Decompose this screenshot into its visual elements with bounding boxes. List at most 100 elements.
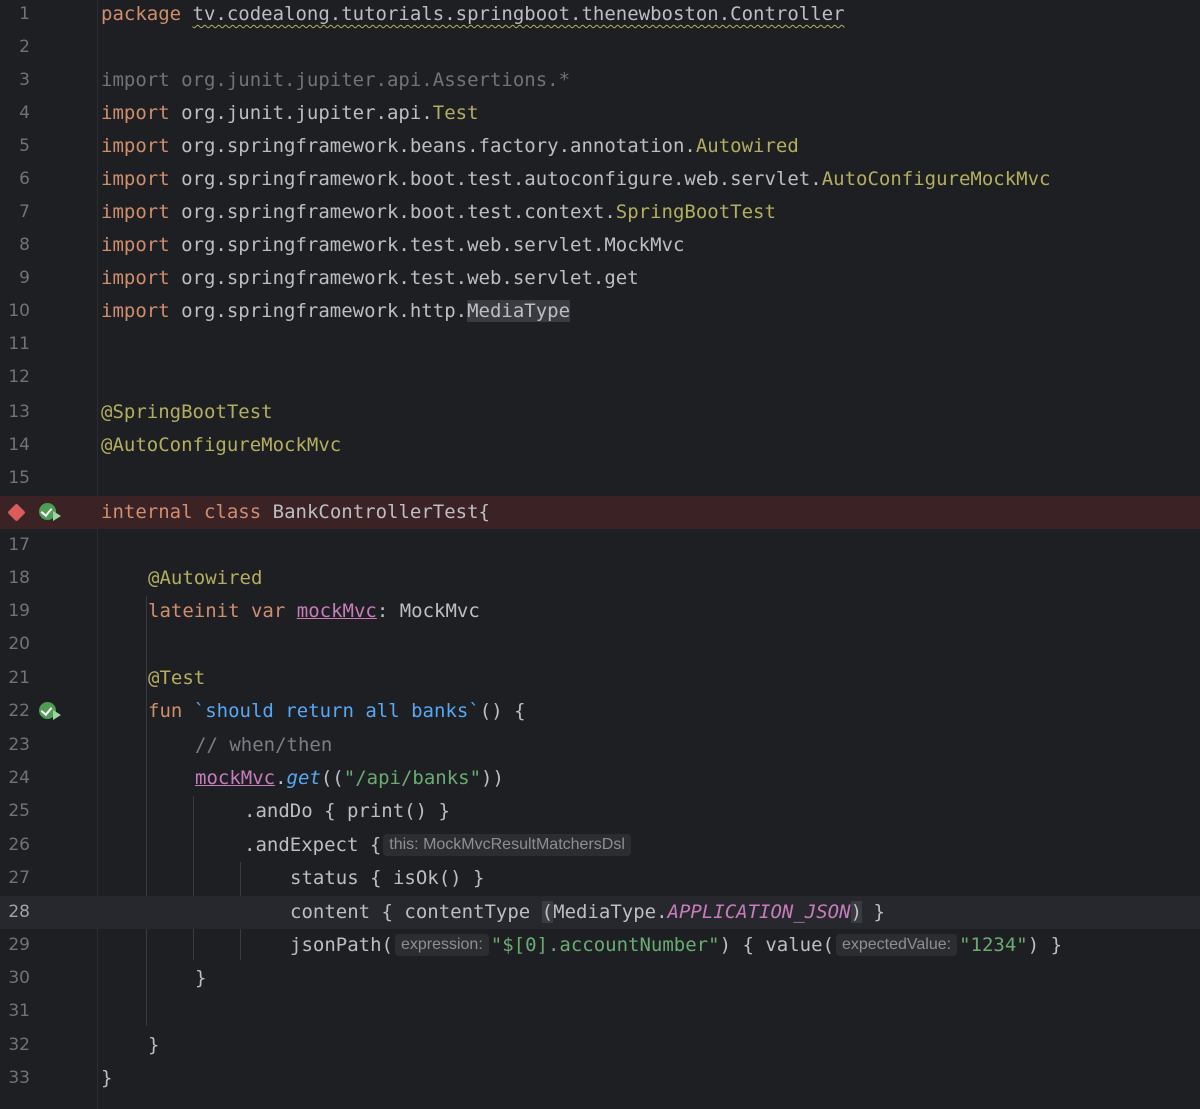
- code-text[interactable]: internal class BankControllerTest{: [101, 496, 490, 529]
- keyword: var: [250, 600, 286, 622]
- code-text[interactable]: import org.springframework.test.web.serv…: [101, 229, 684, 262]
- code-line[interactable]: 12: [0, 361, 1200, 394]
- code-text[interactable]: fun `should return all banks`() {: [148, 695, 526, 728]
- code-text[interactable]: import org.junit.jupiter.api.Assertions.…: [101, 64, 570, 97]
- code-line[interactable]: 4 import org.junit.jupiter.api.Test: [0, 97, 1200, 130]
- code-text[interactable]: .andDo { print() }: [244, 795, 450, 828]
- line-number: 3: [19, 70, 30, 90]
- bracket-match: (: [541, 901, 554, 923]
- line-number: 29: [8, 935, 30, 955]
- code-text[interactable]: }: [195, 962, 206, 995]
- code-line[interactable]: 13 @SpringBootTest: [0, 396, 1200, 429]
- code-line[interactable]: 31: [0, 995, 1200, 1028]
- import-path: org.springframework.test.web.servlet.get: [181, 267, 639, 289]
- code-text[interactable]: @Autowired: [148, 562, 262, 595]
- code-line[interactable]: 32 }: [0, 1029, 1200, 1062]
- keyword: import: [101, 135, 170, 157]
- class-name: BankControllerTest{: [272, 501, 490, 523]
- run-test-icon[interactable]: [39, 702, 61, 720]
- type-name: : MockMvc: [376, 600, 480, 622]
- line-number: 30: [8, 968, 30, 988]
- code-line[interactable]: 23 // when/then: [0, 729, 1200, 762]
- code-line[interactable]: 8 import org.springframework.test.web.se…: [0, 229, 1200, 262]
- code-line[interactable]: 10 import org.springframework.http.Media…: [0, 295, 1200, 328]
- property-name: mockMvc: [296, 600, 377, 622]
- code-line[interactable]: 21 @Test: [0, 662, 1200, 695]
- code-text[interactable]: mockMvc.get(("/api/banks")): [195, 762, 504, 795]
- code-line[interactable]: 25 .andDo { print() }: [0, 795, 1200, 828]
- inlay-hint[interactable]: expression:: [394, 934, 489, 956]
- code-line[interactable]: 5 import org.springframework.beans.facto…: [0, 130, 1200, 163]
- code-text[interactable]: @AutoConfigureMockMvc: [101, 429, 341, 462]
- import-path: org.springframework.boot.test.context.: [181, 201, 616, 223]
- code-line[interactable]: 24 mockMvc.get(("/api/banks")): [0, 762, 1200, 795]
- code-line[interactable]: 20: [0, 628, 1200, 661]
- line-number: 18: [8, 568, 30, 588]
- line-number: 25: [8, 801, 30, 821]
- line-number: 21: [8, 668, 30, 688]
- line-number: 13: [8, 402, 30, 422]
- line-number: 15: [8, 468, 30, 488]
- code-line[interactable]: 11: [0, 328, 1200, 361]
- code-line[interactable]: 29 jsonPath(expression: "$[0].accountNumb…: [0, 929, 1200, 962]
- line-number: 22: [8, 701, 30, 721]
- code-text[interactable]: import org.springframework.test.web.serv…: [101, 262, 639, 295]
- punctuation: )): [481, 767, 504, 789]
- code-text[interactable]: .andExpect {this: MockMvcResultMatchersD…: [244, 829, 633, 862]
- code-text[interactable]: // when/then: [195, 729, 332, 762]
- line-number: 6: [19, 169, 30, 189]
- string-literal: "$[0].accountNumber": [490, 934, 720, 956]
- code-line[interactable]: 3 import org.junit.jupiter.api.Assertion…: [0, 64, 1200, 97]
- import-class: SpringBootTest: [615, 201, 776, 223]
- code-text[interactable]: lateinit var mockMvc: MockMvc: [148, 595, 480, 628]
- line-number: 23: [8, 735, 30, 755]
- code-line[interactable]: 9 import org.springframework.test.web.se…: [0, 262, 1200, 295]
- code-text[interactable]: package tv.codealong.tutorials.springboo…: [101, 0, 845, 31]
- code-line[interactable]: 33 }: [0, 1062, 1200, 1095]
- inlay-hint[interactable]: expectedValue:: [835, 934, 958, 956]
- method-call: content { contentType: [290, 901, 542, 923]
- code-line[interactable]: 6 import org.springframework.boot.test.a…: [0, 163, 1200, 196]
- import-path: org.junit.jupiter.api.: [181, 102, 433, 124]
- code-editor[interactable]: 1 package tv.codealong.tutorials.springb…: [0, 0, 1200, 1109]
- run-test-icon[interactable]: [39, 503, 61, 521]
- punctuation: ((: [320, 767, 344, 789]
- code-text[interactable]: import org.springframework.boot.test.con…: [101, 196, 776, 229]
- code-text[interactable]: import org.junit.jupiter.api.Test: [101, 97, 479, 130]
- keyword: import: [101, 234, 170, 256]
- code-text[interactable]: jsonPath(expression: "$[0].accountNumber"…: [290, 929, 1062, 962]
- punctuation: }: [101, 1067, 113, 1089]
- inlay-hint[interactable]: this: MockMvcResultMatchersDsl: [383, 834, 631, 856]
- code-line[interactable]: 7 import org.springframework.boot.test.c…: [0, 196, 1200, 229]
- code-line-current[interactable]: 28 content { contentType (MediaType.APPL…: [0, 896, 1200, 929]
- code-text[interactable]: import org.springframework.http.MediaTyp…: [101, 295, 571, 328]
- line-number: 26: [8, 835, 30, 855]
- code-line[interactable]: 19 lateinit var mockMvc: MockMvc: [0, 595, 1200, 628]
- code-text[interactable]: import org.springframework.beans.factory…: [101, 130, 799, 163]
- code-text[interactable]: }: [101, 1062, 112, 1095]
- code-line[interactable]: 17: [0, 529, 1200, 562]
- code-text[interactable]: @SpringBootTest: [101, 396, 273, 429]
- keyword: internal: [101, 501, 193, 523]
- code-line[interactable]: 22 fun `should return all banks`() {: [0, 695, 1200, 728]
- code-line[interactable]: 27 status { isOk() }: [0, 862, 1200, 895]
- code-line[interactable]: 26 .andExpect {this: MockMvcResultMatche…: [0, 829, 1200, 862]
- code-line[interactable]: 18 @Autowired: [0, 562, 1200, 595]
- line-number: 7: [19, 202, 30, 222]
- code-line-breakpoint[interactable]: internal class BankControllerTest{: [0, 496, 1200, 529]
- breakpoint-icon[interactable]: [7, 503, 26, 522]
- keyword: import: [101, 69, 170, 91]
- code-line[interactable]: 15: [0, 462, 1200, 495]
- code-text[interactable]: @Test: [148, 662, 205, 695]
- code-text[interactable]: status { isOk() }: [290, 862, 484, 895]
- code-line[interactable]: 14 @AutoConfigureMockMvc: [0, 429, 1200, 462]
- code-text[interactable]: import org.springframework.boot.test.aut…: [101, 163, 1050, 196]
- line-number: 2: [19, 37, 30, 57]
- code-text[interactable]: content { contentType (MediaType.APPLICA…: [290, 896, 885, 929]
- code-line[interactable]: 2: [0, 31, 1200, 64]
- keyword: import: [101, 168, 170, 190]
- code-line[interactable]: 30 }: [0, 962, 1200, 995]
- code-text[interactable]: }: [148, 1029, 159, 1062]
- code-line[interactable]: 1 package tv.codealong.tutorials.springb…: [0, 0, 1200, 31]
- punctuation: .: [656, 901, 668, 923]
